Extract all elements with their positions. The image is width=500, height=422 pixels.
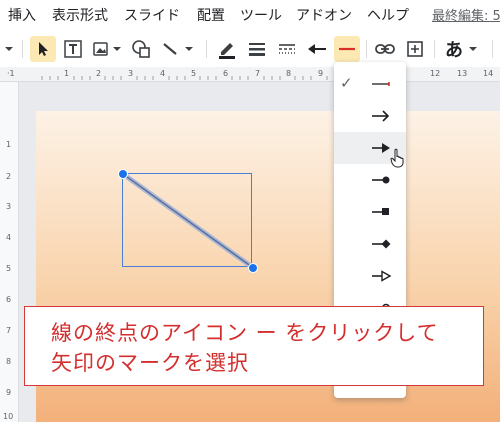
line-end-handle[interactable] xyxy=(248,263,258,273)
line-end-none-icon xyxy=(372,82,390,86)
diagonal-line[interactable] xyxy=(118,169,258,273)
pen-color-icon[interactable] xyxy=(214,36,240,62)
menu-insert[interactable]: 挿入 xyxy=(8,5,36,25)
menu-arrange[interactable]: 配置 xyxy=(197,5,225,25)
outline-arrow-icon xyxy=(372,270,392,282)
chevron-down-icon xyxy=(469,47,477,51)
line-dash-icon[interactable] xyxy=(274,36,300,62)
filled-arrow-icon xyxy=(372,143,390,153)
toolbar-divider xyxy=(22,40,23,58)
line-end-icon[interactable] xyxy=(334,36,360,62)
comment-add-icon[interactable] xyxy=(402,36,428,62)
menu-slide[interactable]: スライド xyxy=(124,5,180,25)
text-style-label: あ xyxy=(445,40,463,61)
line-end-option-arrow[interactable] xyxy=(334,100,406,132)
shape-icon[interactable] xyxy=(128,36,154,62)
menu-bar: 挿入 表示形式 スライド 配置 ツール アドオン ヘルプ 最終編集: 5 xyxy=(0,0,500,30)
line-weight-icon[interactable] xyxy=(244,36,270,62)
line-end-option-none[interactable]: ✓ xyxy=(334,68,406,100)
menu-format[interactable]: 表示形式 xyxy=(52,5,108,25)
horizontal-ruler: ·1 1 2 3 4 5 6 7 8 9 xyxy=(0,67,335,82)
toolbar: あ xyxy=(0,32,500,66)
line-end-option-filled-square[interactable] xyxy=(334,196,406,228)
line-end-option-filled-diamond[interactable] xyxy=(334,228,406,260)
menu-tools[interactable]: ツール xyxy=(240,5,282,25)
toolbar-divider xyxy=(492,40,493,58)
select-arrow-icon[interactable] xyxy=(30,36,56,62)
filled-square-icon xyxy=(372,208,389,215)
line-start-handle[interactable] xyxy=(118,169,128,179)
line-end-option-filled-arrow[interactable] xyxy=(334,132,406,168)
line-end-option-filled-circle[interactable] xyxy=(334,164,406,196)
toolbar-divider xyxy=(206,40,207,58)
text-box-icon[interactable] xyxy=(60,36,86,62)
instruction-callout: 線の終点のアイコン ー をクリックして 矢印のマークを選択 xyxy=(24,306,484,386)
instruction-line-1: 線の終点のアイコン ー をクリックして xyxy=(51,321,439,345)
toolbar-divider xyxy=(366,40,367,58)
checkmark-icon: ✓ xyxy=(340,74,353,92)
arrow-icon xyxy=(372,110,390,122)
text-style-button[interactable]: あ xyxy=(440,36,484,62)
link-icon[interactable] xyxy=(372,36,398,62)
filled-circle-icon xyxy=(372,176,390,184)
image-icon[interactable] xyxy=(90,36,124,62)
chevron-down-icon[interactable] xyxy=(2,36,16,62)
line-start-icon[interactable] xyxy=(304,36,330,62)
menu-addons[interactable]: アドオン xyxy=(296,5,352,25)
last-edit-link[interactable]: 最終編集: 5 xyxy=(432,5,500,24)
line-tool-icon[interactable] xyxy=(158,36,198,62)
toolbar-divider xyxy=(434,40,435,58)
menu-help[interactable]: ヘルプ xyxy=(367,5,409,25)
filled-diamond-icon xyxy=(372,239,391,249)
vertical-ruler: 1 2 3 4 5 6 7 8 9 10 xyxy=(0,82,19,422)
horizontal-ruler-right: 12 13 14 xyxy=(405,67,500,82)
instruction-line-2: 矢印のマークを選択 xyxy=(51,351,249,375)
line-end-option-outline-arrow[interactable] xyxy=(334,260,406,292)
